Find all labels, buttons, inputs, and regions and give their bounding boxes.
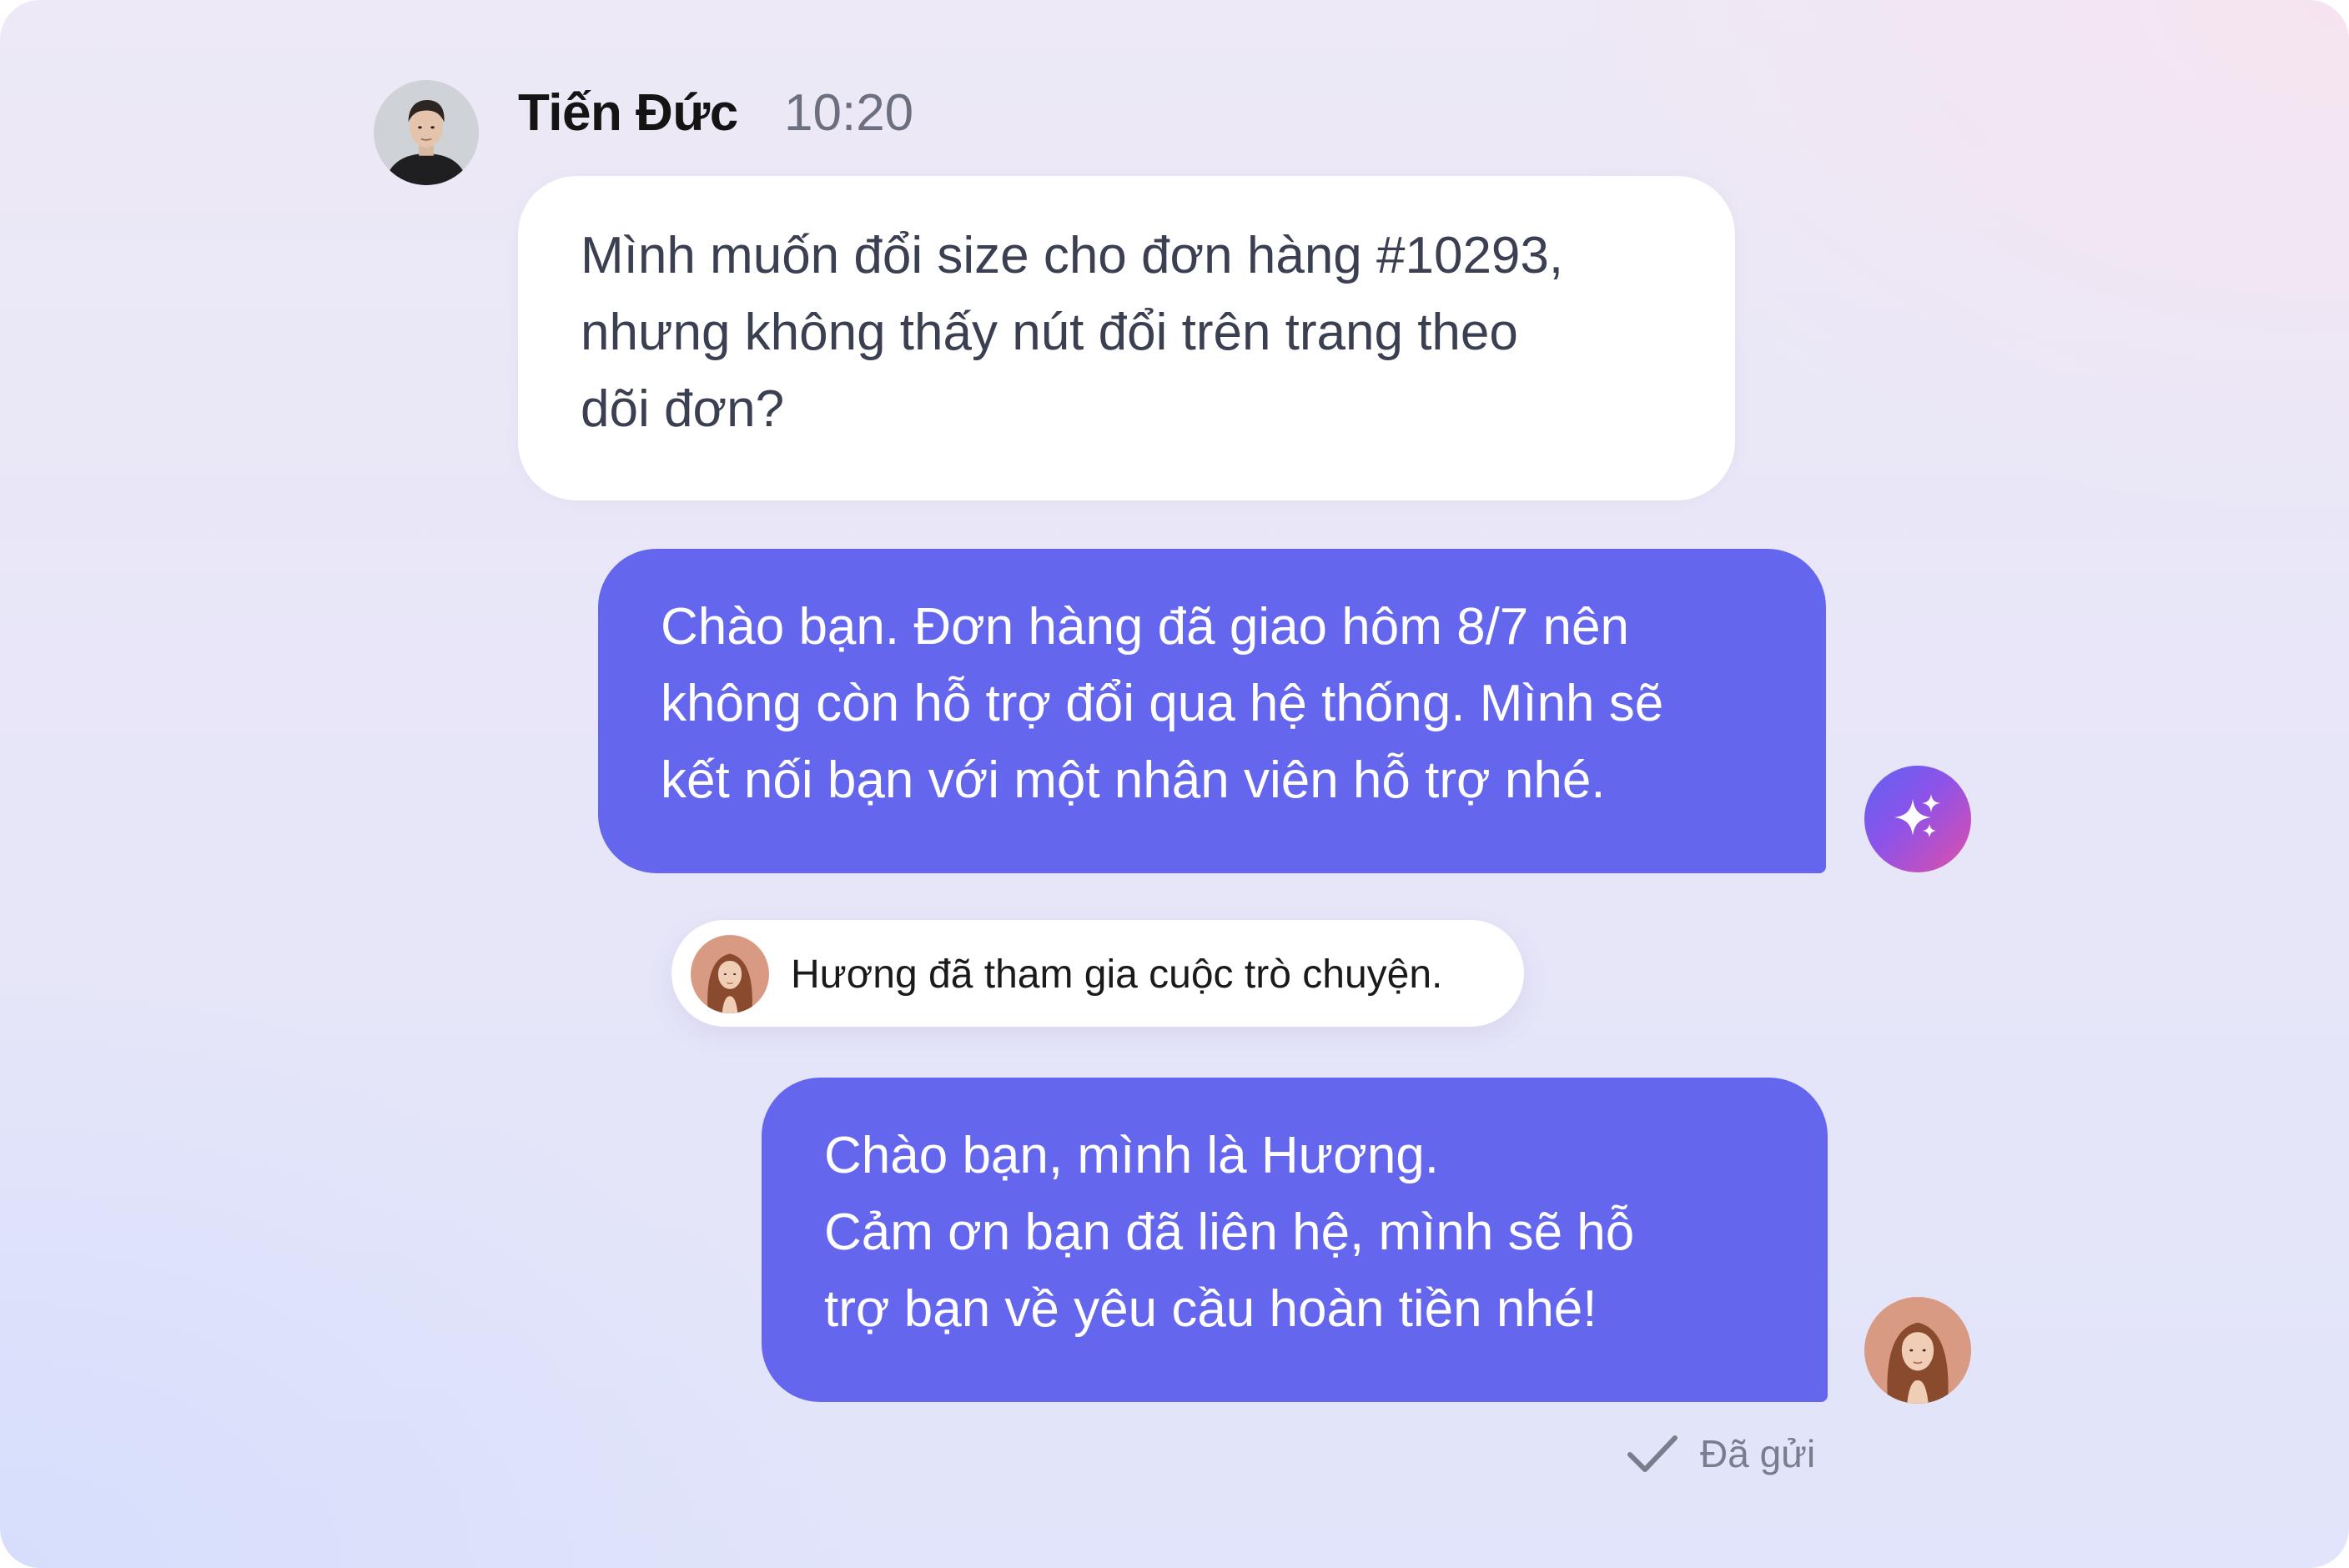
agent-joined-notice: Hương đã tham gia cuộc trò chuyện. [672,920,1524,1027]
agent-message-text: Chào bạn, mình là Hương. Cảm ơn bạn đã l… [824,1127,1635,1338]
ai-message-bubble: Chào bạn. Đơn hàng đã giao hôm 8/7 nên k… [598,549,1826,873]
customer-name: Tiến Đức [518,84,738,142]
agent-avatar-large-image [1864,1297,1971,1404]
check-icon [1627,1435,1677,1472]
ai-message-text: Chào bạn. Đơn hàng đã giao hôm 8/7 nên k… [661,598,1664,809]
agent-avatar-small [691,935,769,1013]
ai-assistant-badge [1864,766,1971,872]
agent-joined-text: Hương đã tham gia cuộc trò chuyện. [791,952,1443,997]
delivery-status-text: Đã gửi [1700,1432,1816,1475]
customer-avatar-image [374,80,479,185]
customer-avatar[interactable] [374,80,479,185]
sparkle-icon [1894,794,1940,837]
agent-message-bubble: Chào bạn, mình là Hương. Cảm ơn bạn đã l… [762,1078,1828,1402]
agent-avatar[interactable] [1864,1297,1971,1404]
message-timestamp: 10:20 [784,84,914,142]
customer-message-text: Mình muốn đổi size cho đơn hàng #10293, … [581,227,1564,438]
customer-message-bubble: Mình muốn đổi size cho đơn hàng #10293, … [518,176,1735,500]
agent-avatar-image [691,935,769,1013]
delivery-status: Đã gửi [1627,1428,1835,1481]
chat-window: Tiến Đức 10:20 Mình muốn đổi size cho đơ… [0,0,2349,1568]
